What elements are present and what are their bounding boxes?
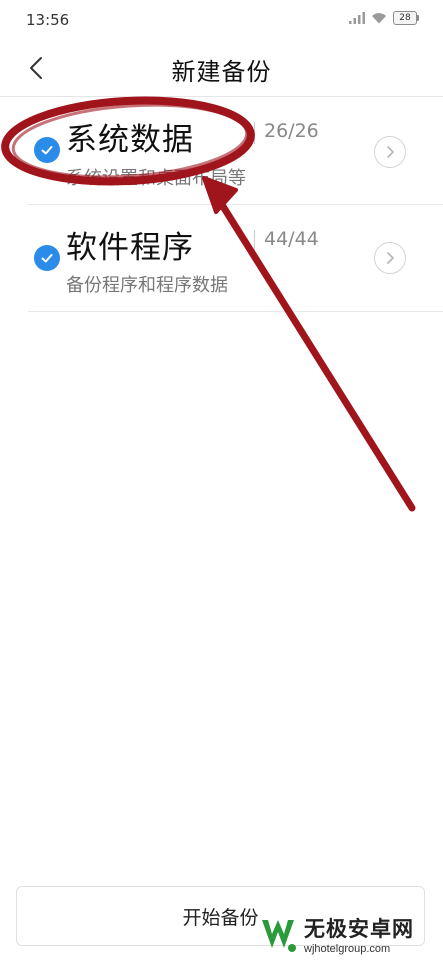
watermark-text: 无极安卓网 wjhotelgroup.com	[304, 913, 414, 955]
divider	[254, 230, 255, 252]
check-icon[interactable]	[34, 245, 60, 271]
divider	[254, 122, 255, 144]
status-bar: 13:56 28	[0, 0, 443, 40]
item-count: 26/26	[264, 120, 319, 142]
page-title: 新建备份	[171, 58, 272, 86]
list-divider	[28, 311, 443, 312]
detail-button[interactable]	[374, 136, 406, 168]
signal-icon	[349, 12, 365, 24]
screen: 13:56 28 新建备份 系统数据 26/26 系统设置和桌面布局等 软件程序…	[0, 0, 443, 960]
detail-button[interactable]	[374, 242, 406, 274]
list-item-apps[interactable]: 软件程序 44/44 备份程序和程序数据	[0, 208, 443, 310]
status-icons: 28	[349, 11, 419, 25]
chevron-right-icon	[387, 146, 394, 158]
check-icon[interactable]	[34, 137, 60, 163]
title-bar: 新建备份	[0, 40, 443, 97]
watermark: 无极安卓网 wjhotelgroup.com	[256, 908, 443, 960]
list-item-system-data[interactable]: 系统数据 26/26 系统设置和桌面布局等	[0, 100, 443, 200]
checkmark-icon	[41, 146, 53, 155]
item-description: 备份程序和程序数据	[66, 275, 228, 296]
item-title: 系统数据	[66, 122, 194, 158]
watermark-name: 无极安卓网	[304, 917, 414, 941]
battery-icon: 28	[393, 11, 419, 25]
item-count: 44/44	[264, 228, 319, 250]
status-time: 13:56	[26, 11, 70, 29]
checkmark-icon	[41, 254, 53, 263]
battery-level: 28	[399, 13, 411, 23]
list-divider	[28, 204, 443, 205]
item-description: 系统设置和桌面布局等	[66, 168, 246, 189]
wifi-icon	[372, 13, 386, 24]
item-title: 软件程序	[66, 230, 194, 266]
watermark-url: wjhotelgroup.com	[304, 943, 391, 955]
chevron-right-icon	[387, 252, 394, 264]
watermark-logo-icon	[256, 912, 300, 956]
